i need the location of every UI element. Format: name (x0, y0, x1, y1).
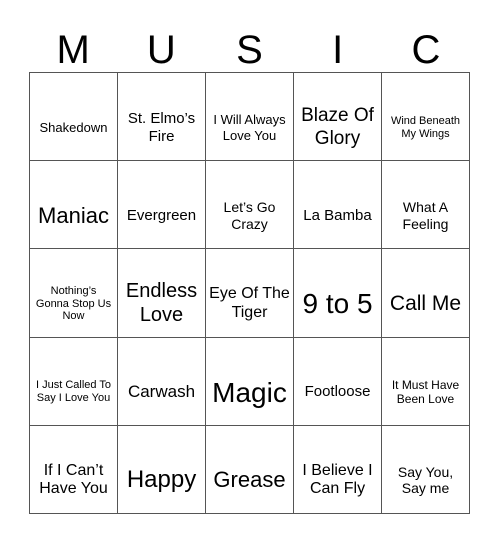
bingo-cell-text: Wind Beneath My Wings (390, 114, 461, 140)
bingo-cell[interactable]: Endless Love (118, 249, 206, 338)
bingo-cell-text: Say You, Say me (397, 463, 454, 497)
bingo-cell[interactable]: Carwash (118, 337, 206, 426)
bingo-grid: Shakedown St. Elmo’s Fire I Will Always Lo… (29, 72, 470, 514)
bingo-cell-text: Eye Of The Tiger (209, 285, 290, 321)
bingo-cell-text: Let’s Go Crazy (223, 199, 276, 232)
bingo-cell-text: Evergreen (126, 206, 197, 224)
header-letter-u: U (146, 28, 176, 72)
bingo-cell-text: Happy (126, 466, 197, 494)
bingo-cell[interactable]: Blaze Of Glory (294, 73, 382, 162)
bingo-cell-text: St. Elmo’s Fire (127, 109, 196, 145)
bingo-cell[interactable]: I Believe I Can Fly (294, 425, 382, 514)
bingo-cell[interactable]: What A Feeling (382, 161, 470, 250)
bingo-cell-text: I Will Always Love You (213, 112, 286, 143)
bingo-cell-text: Shakedown (39, 119, 108, 135)
bingo-cell-text: Call Me (389, 291, 462, 315)
bingo-cell[interactable]: Eye Of The Tiger (206, 249, 294, 338)
bingo-cell[interactable]: 9 to 5 (294, 249, 382, 338)
bingo-cell-text: Carwash (127, 382, 196, 402)
bingo-cell-text: Magic (212, 376, 287, 408)
bingo-cell-text: Grease (213, 467, 286, 493)
bingo-cell[interactable]: St. Elmo’s Fire (118, 73, 206, 162)
bingo-cell[interactable]: Call Me (382, 249, 470, 338)
bingo-cell-text: La Bamba (303, 206, 372, 224)
bingo-cell-text: Footloose (304, 383, 371, 401)
header-letter-s: S (236, 28, 263, 72)
bingo-cell-text: Maniac (38, 202, 109, 228)
bingo-cell[interactable]: If I Can’t Have You (30, 425, 118, 514)
bingo-cell-text: Blaze Of Glory (301, 105, 374, 149)
bingo-cell[interactable]: Wind Beneath My Wings (382, 73, 470, 162)
bingo-cell-text: I Just Called To Say I Love You (35, 379, 111, 405)
bingo-cell-text: What A Feeling (402, 199, 449, 232)
bingo-cell[interactable]: Magic (206, 337, 294, 426)
bingo-cell[interactable]: Evergreen (118, 161, 206, 250)
bingo-cell[interactable]: Maniac (30, 161, 118, 250)
bingo-cell-text: It Must Have Been Love (391, 378, 460, 407)
bingo-cell[interactable]: La Bamba (294, 161, 382, 250)
bingo-cell[interactable]: Let’s Go Crazy (206, 161, 294, 250)
bingo-cell[interactable]: Footloose (294, 337, 382, 426)
bingo-cell[interactable]: Say You, Say me (382, 425, 470, 514)
bingo-cell[interactable]: Happy (118, 425, 206, 514)
bingo-cell-text: Nothing’s Gonna Stop Us Now (35, 284, 112, 323)
bingo-cell-text: I Believe I Can Fly (302, 461, 373, 498)
bingo-cell[interactable]: Shakedown (30, 73, 118, 162)
bingo-cell[interactable]: I Will Always Love You (206, 73, 294, 162)
bingo-cell[interactable]: Nothing’s Gonna Stop Us Now (30, 249, 118, 338)
header-letter-i: I (332, 28, 344, 72)
bingo-cell[interactable]: I Just Called To Say I Love You (30, 337, 118, 426)
bingo-cell-text: If I Can’t Have You (39, 461, 108, 498)
header-letter-c: C (411, 28, 441, 72)
bingo-header: M U S I C (29, 28, 470, 72)
bingo-cell[interactable]: Grease (206, 425, 294, 514)
bingo-cell-text: 9 to 5 (302, 288, 373, 320)
header-letter-m: M (56, 28, 90, 72)
bingo-cell-text: Endless Love (125, 280, 198, 326)
bingo-cell[interactable]: It Must Have Been Love (382, 337, 470, 426)
